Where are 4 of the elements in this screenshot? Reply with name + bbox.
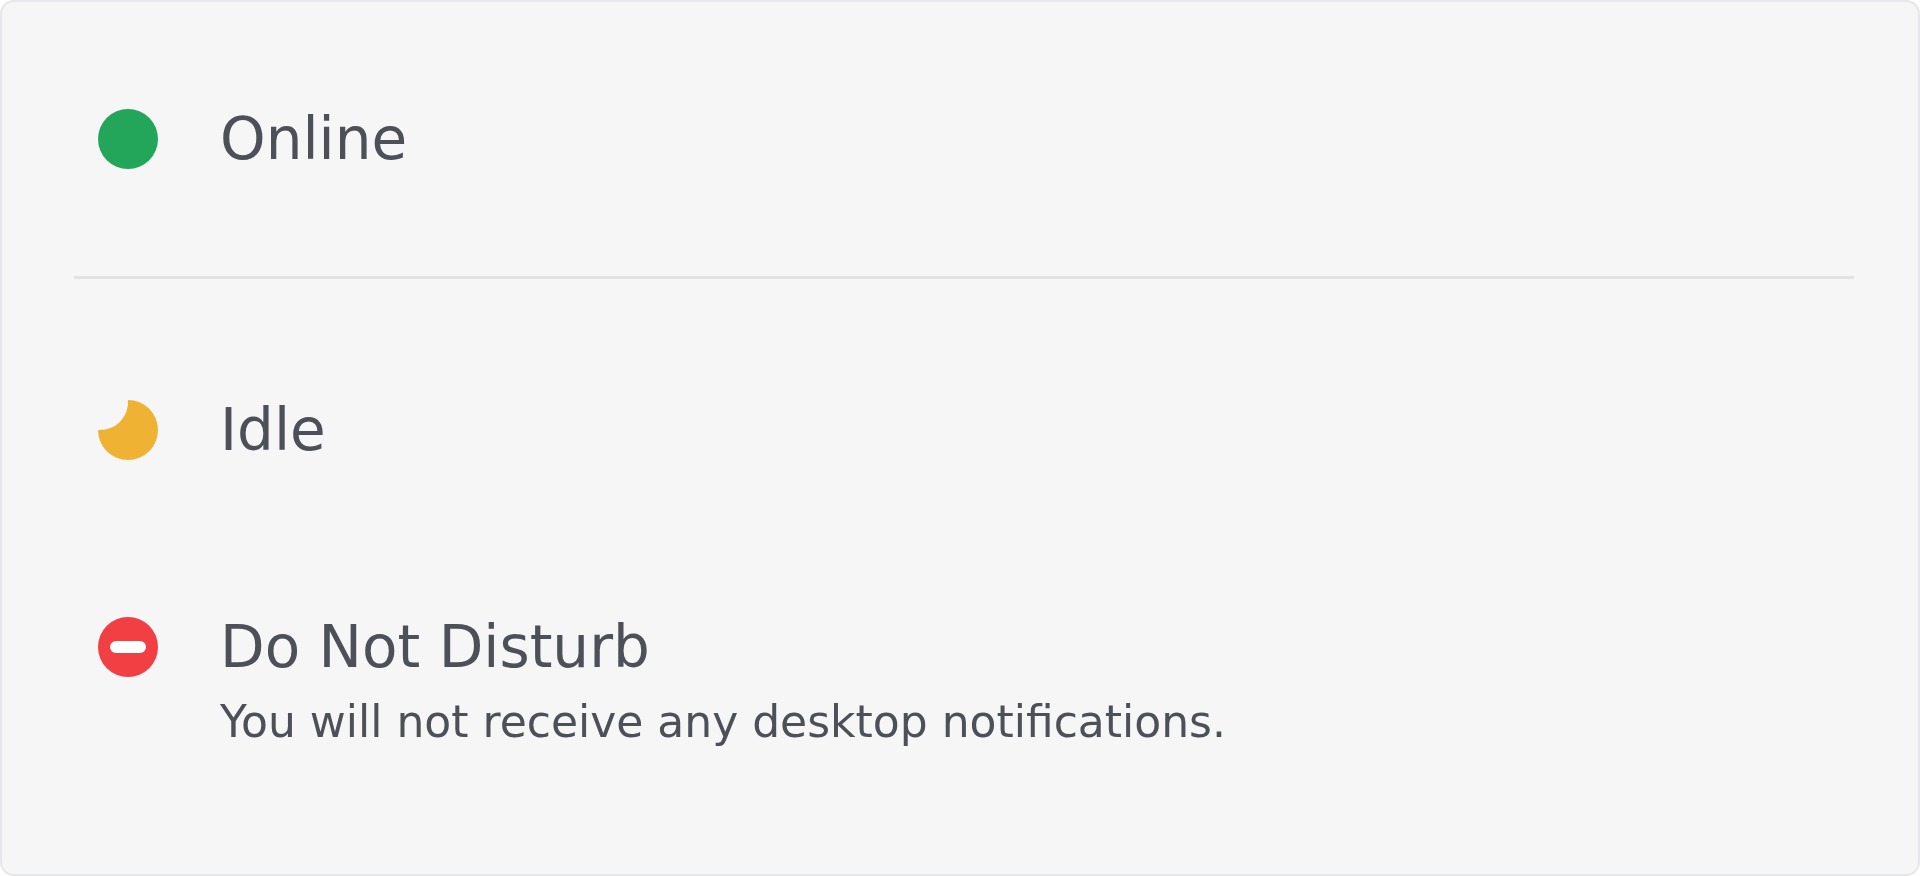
status-option[interactable]: Idle	[220, 390, 326, 470]
status-option[interactable]: Do Not Disturb	[220, 607, 650, 687]
status-option[interactable]: Online	[220, 99, 408, 179]
status-description: You will not receive any desktop notifications.	[220, 695, 1226, 749]
